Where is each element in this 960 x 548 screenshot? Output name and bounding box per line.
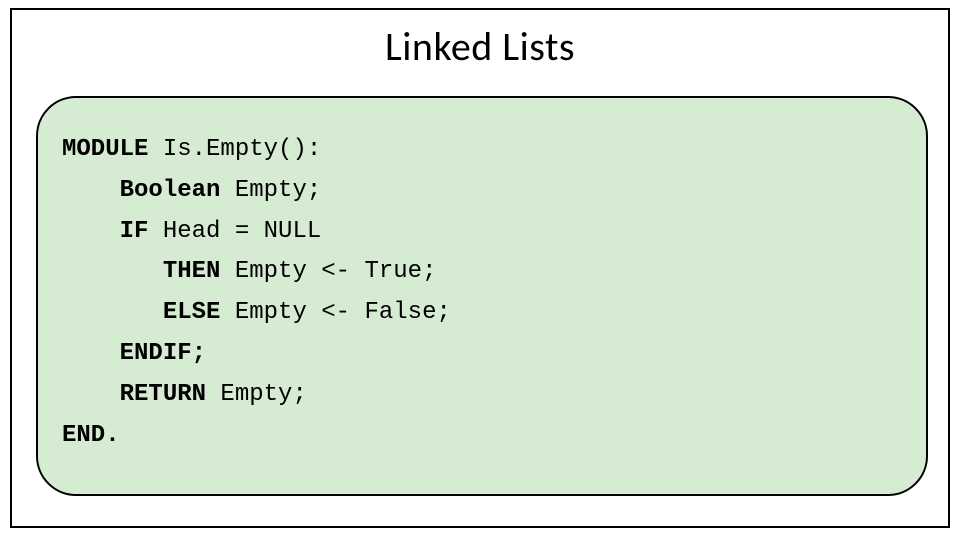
code-line-5: ELSE Empty <- False; xyxy=(62,293,902,334)
code-line-3: IF Head = NULL xyxy=(62,212,902,253)
code-panel: MODULE Is.Empty(): Boolean Empty; IF Hea… xyxy=(36,96,928,496)
code-line-8: END. xyxy=(62,416,902,457)
keyword-boolean: Boolean xyxy=(120,177,221,204)
code-line-7: RETURN Empty; xyxy=(62,375,902,416)
code-text: Empty; xyxy=(220,177,321,204)
slide-frame: Linked Lists MODULE Is.Empty(): Boolean … xyxy=(10,8,950,528)
code-line-4: THEN Empty <- True; xyxy=(62,252,902,293)
keyword-endif: ENDIF; xyxy=(120,340,206,367)
code-text: Empty <- True; xyxy=(220,258,436,285)
code-line-1: MODULE Is.Empty(): xyxy=(62,130,902,171)
code-line-6: ENDIF; xyxy=(62,334,902,375)
keyword-else: ELSE xyxy=(163,299,221,326)
code-text: Empty <- False; xyxy=(220,299,450,326)
code-text: Empty; xyxy=(206,381,307,408)
code-text: Head = NULL xyxy=(148,218,321,245)
code-line-2: Boolean Empty; xyxy=(62,171,902,212)
code-text: Is.Empty(): xyxy=(148,136,321,163)
keyword-end: END. xyxy=(62,422,120,449)
slide-title: Linked Lists xyxy=(12,22,948,71)
keyword-return: RETURN xyxy=(120,381,206,408)
keyword-module: MODULE xyxy=(62,136,148,163)
keyword-then: THEN xyxy=(163,258,221,285)
keyword-if: IF xyxy=(120,218,149,245)
